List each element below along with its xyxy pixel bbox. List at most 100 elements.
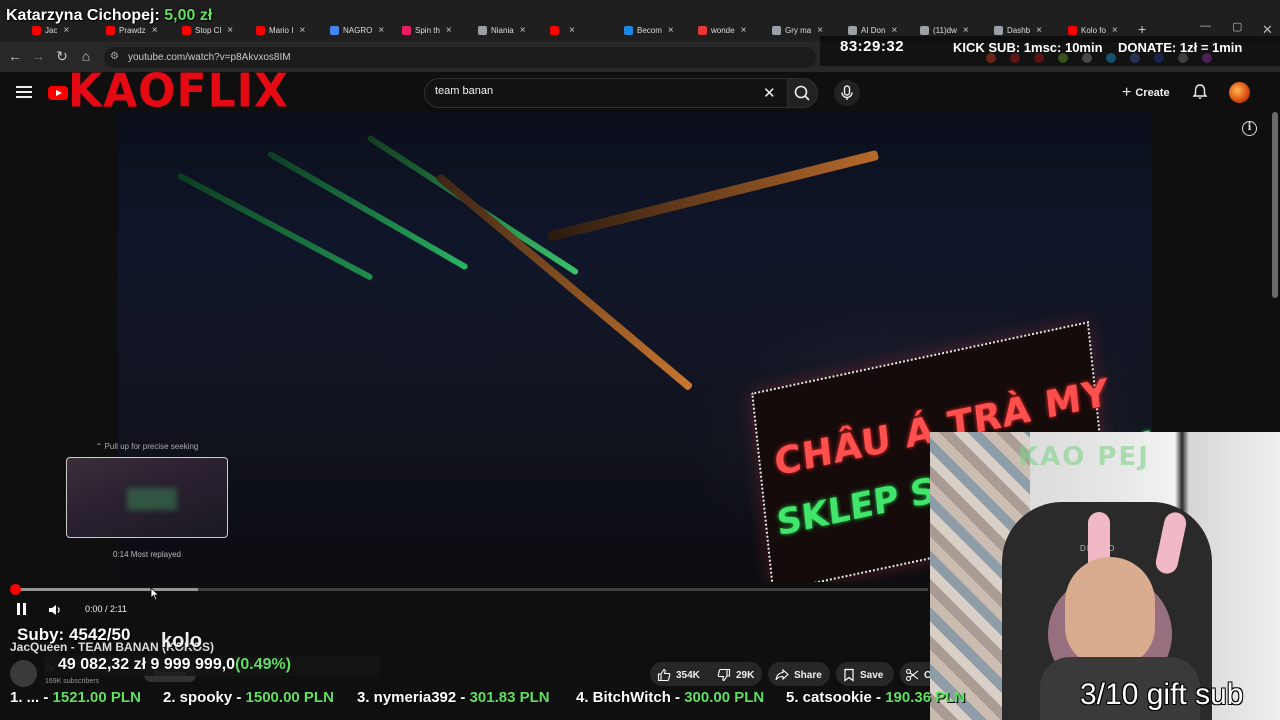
tab-favicon-icon (106, 25, 115, 35)
create-button[interactable]: + Create (1122, 82, 1170, 104)
like-button[interactable]: 354K (657, 664, 700, 686)
volume-icon[interactable] (47, 602, 63, 618)
dislike-count: 29K (736, 669, 755, 681)
browser-tab[interactable]: Gry ma × (772, 22, 823, 38)
channel-subscribers: 169K subscribers (45, 678, 100, 685)
notifications-bell-icon[interactable] (1190, 82, 1210, 102)
url-text: youtube.com/watch?v=p8Akvxos8IM (128, 52, 291, 63)
leaderboard-value: 300.00 PLN (684, 689, 765, 706)
scissors-icon (905, 668, 919, 682)
light-beam (176, 172, 374, 281)
voice-search-button[interactable] (834, 80, 860, 106)
light-beam (266, 150, 469, 271)
tab-favicon-icon (624, 25, 633, 35)
bookmark-icon (844, 668, 854, 682)
leaderboard-entry: 3. nymeria392 - 301.83 PLN (357, 689, 550, 706)
menu-icon[interactable] (16, 86, 32, 98)
browser-tab[interactable]: wonde × (698, 22, 746, 38)
search-button[interactable] (788, 78, 818, 108)
tab-favicon-icon (32, 25, 41, 35)
tab-favicon-icon (1068, 25, 1077, 35)
leaderboard-rank: 2. spooky - (163, 689, 246, 706)
close-tab-icon[interactable]: × (891, 25, 897, 36)
scrollbar[interactable] (1272, 112, 1278, 298)
leaderboard-value: 190.36 PLN (885, 689, 966, 706)
channel-avatar[interactable] (10, 660, 37, 687)
leaderboard-rank: 4. BitchWitch - (576, 689, 685, 706)
reload-icon[interactable]: ↻ (54, 48, 70, 64)
search-input[interactable] (435, 85, 755, 97)
tab-title: Kolo fo (1081, 25, 1106, 35)
search-box: ✕ (424, 78, 788, 108)
tab-title: Becom (637, 25, 662, 35)
leaderboard-entry: 2. spooky - 1500.00 PLN (163, 689, 334, 706)
account-avatar[interactable] (1229, 82, 1250, 103)
dislike-button[interactable]: 29K (717, 664, 754, 686)
share-button[interactable]: Share (775, 664, 822, 686)
close-tab-icon[interactable]: × (299, 25, 305, 36)
donor-name: Katarzyna Cichopej: (6, 7, 160, 24)
kolo-label: kolo (161, 630, 203, 652)
close-tab-icon[interactable]: × (963, 25, 969, 36)
tab-favicon-icon (478, 25, 487, 35)
new-tab-icon[interactable]: + (1138, 21, 1146, 37)
close-tab-icon[interactable]: × (520, 25, 526, 36)
close-tab-icon[interactable]: × (227, 25, 233, 36)
browser-tab[interactable]: × (550, 22, 575, 38)
minimize-icon[interactable]: — (1200, 20, 1211, 32)
close-tab-icon[interactable]: × (152, 25, 158, 36)
save-button[interactable]: Save (843, 664, 883, 686)
close-tab-icon[interactable]: × (1112, 25, 1118, 36)
seek-preview-thumbnail (66, 457, 228, 538)
donor-amount: 5,00 zł (164, 7, 213, 24)
tab-favicon-icon (920, 25, 929, 35)
site-info-icon[interactable]: ⚙ (110, 51, 119, 62)
browser-tab[interactable]: Becom × (624, 22, 674, 38)
scrubber-handle[interactable] (10, 584, 21, 595)
browser-tab[interactable]: NAGRO × (330, 22, 384, 38)
plus-icon: + (1122, 84, 1132, 101)
info-icon[interactable]: i (1242, 121, 1257, 136)
close-tab-icon[interactable]: × (378, 25, 384, 36)
like-count: 354K (676, 669, 700, 681)
clip-button[interactable]: C (905, 664, 931, 686)
kaoflix-overlay-logo: KAOFLIX (68, 64, 289, 119)
tab-title: AI Don (861, 25, 886, 35)
home-icon[interactable]: ⌂ (78, 48, 94, 64)
goal-percent: (0.49%) (235, 656, 292, 673)
close-tab-icon[interactable]: × (569, 25, 575, 36)
subathon-timer: 83:29:32 (840, 38, 905, 55)
pause-button[interactable] (14, 603, 28, 617)
pause-icon (16, 603, 20, 615)
share-icon (775, 668, 789, 681)
close-tab-icon[interactable]: × (63, 25, 69, 36)
donation-goal: 49 082,32 zł 9 999 999,0(0.49%) (58, 656, 291, 674)
close-tab-icon[interactable]: × (741, 25, 747, 36)
tab-favicon-icon (330, 25, 339, 35)
mouse-cursor-icon (150, 587, 160, 601)
donation-leaderboard: 1. ... - 1521.00 PLN 2. spooky - 1500.00 … (0, 687, 980, 711)
browser-tab[interactable]: Spin th × (402, 22, 452, 38)
playback-time: 0:00 / 2:11 (85, 604, 127, 614)
browser-tab[interactable]: Niania × (478, 22, 526, 38)
close-tab-icon[interactable]: × (1036, 25, 1042, 36)
browser-tab[interactable]: Mario I × (256, 22, 305, 38)
close-tab-icon[interactable]: × (668, 25, 674, 36)
tab-title: NAGRO (343, 25, 373, 35)
close-tab-icon[interactable]: × (446, 25, 452, 36)
close-tab-icon[interactable]: × (817, 25, 823, 36)
tab-title: Jac (45, 25, 58, 35)
tab-title: wonde (711, 25, 735, 35)
leaderboard-value: 301.83 PLN (469, 689, 550, 706)
back-icon[interactable]: ← (7, 48, 23, 64)
forward-icon[interactable]: → (30, 48, 46, 64)
youtube-logo[interactable] (48, 86, 68, 100)
tab-title: Dashb (1007, 25, 1031, 35)
leaderboard-entry: 5. catsookie - 190.36 PLN (786, 689, 965, 706)
clear-search-icon[interactable]: ✕ (763, 84, 776, 102)
leaderboard-entry: 1. ... - 1521.00 PLN (10, 689, 141, 706)
maximize-icon[interactable]: ▢ (1232, 20, 1242, 33)
tab-title: Gry ma (785, 25, 812, 35)
tab-favicon-icon (848, 25, 857, 35)
roof-beam (546, 149, 880, 242)
